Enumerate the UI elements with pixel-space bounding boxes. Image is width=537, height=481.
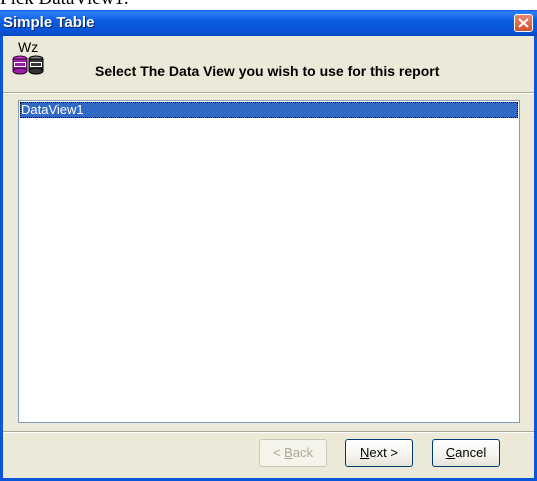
close-icon [518,18,529,28]
list-item-dataview1[interactable]: DataView1 [20,102,518,118]
logo-text: Wz [18,39,39,55]
cancel-button-label: Cancel [445,445,487,460]
document-text: Pick DataView1. [0,0,537,10]
wizard-dialog: Simple Table Wz Select The Data View you… [0,10,537,481]
instruction-text: Select The Data View you wish to use for… [95,63,440,79]
dataview-listbox[interactable]: DataView1 [18,100,520,423]
title-bar[interactable]: Simple Table [0,10,537,36]
back-button[interactable]: < Back [259,439,327,467]
close-button[interactable] [514,14,533,32]
back-button-label: < Back [272,445,314,460]
wizard-header: Wz Select The Data View you wish to use … [3,36,534,92]
cancel-button[interactable]: Cancel [432,439,500,467]
header-divider [3,92,534,94]
window-title: Simple Table [3,14,95,31]
window-frame-left [0,36,3,481]
wizard-database-icon: Wz [12,39,46,80]
next-button[interactable]: Next > [345,439,413,467]
footer-divider [3,431,534,433]
next-button-label: Next > [360,445,398,460]
